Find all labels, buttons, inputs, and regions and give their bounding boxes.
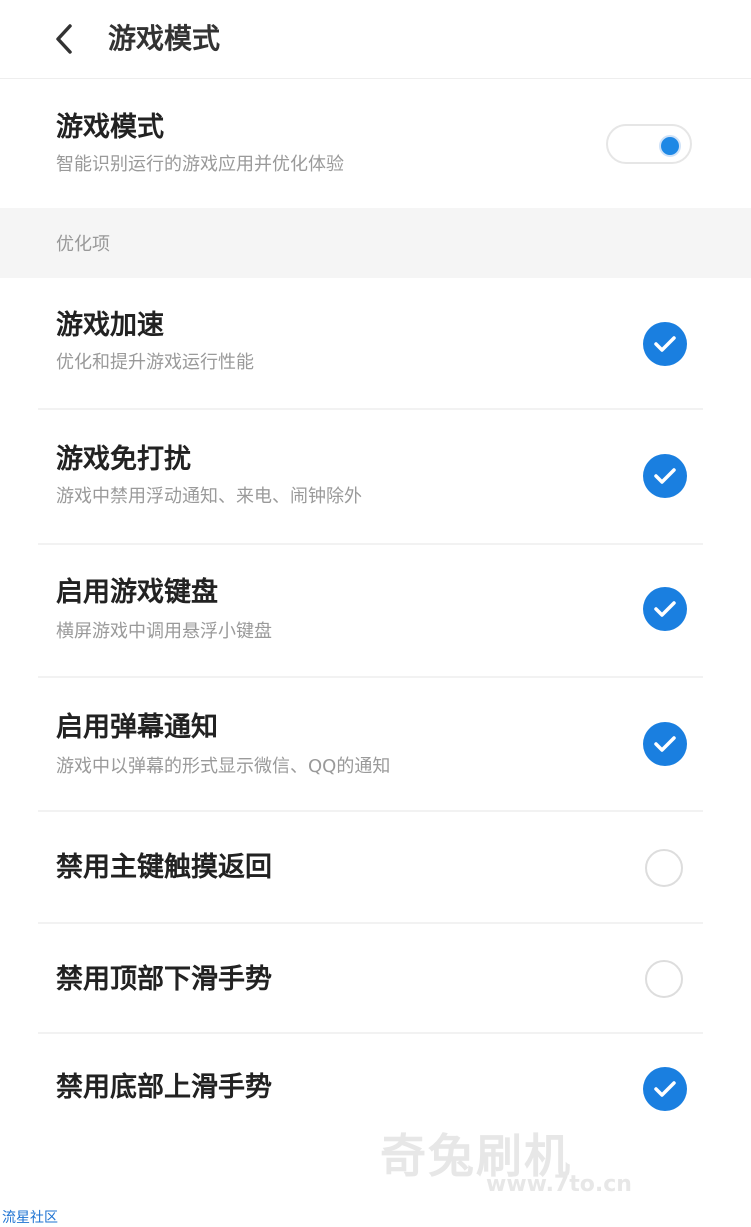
page-title: 游戏模式 [108,22,221,55]
checkbox-checked-icon[interactable] [643,587,687,631]
section-label: 优化项 [56,234,110,255]
back-arrow-icon[interactable] [50,22,80,56]
game-mode-title: 游戏模式 [56,112,164,143]
top-bar: 游戏模式 [0,0,751,79]
option-title: 游戏加速 [56,310,164,341]
game-mode-row[interactable]: 游戏模式 智能识别运行的游戏应用并优化体验 [0,96,751,208]
option-title: 游戏免打扰 [56,444,191,475]
checkbox-checked-icon[interactable] [643,722,687,766]
option-row-disable-top-swipe[interactable]: 禁用顶部下滑手势 [0,924,751,1034]
option-row-disable-home-key-back[interactable]: 禁用主键触摸返回 [0,812,751,924]
section-header: 优化项 [0,208,751,278]
checkbox-unchecked-icon[interactable] [645,849,683,887]
checkbox-checked-icon[interactable] [643,322,687,366]
option-row-game-keyboard[interactable]: 启用游戏键盘 横屏游戏中调用悬浮小键盘 [0,545,751,678]
source-label: 流星社区 [2,1210,58,1226]
game-mode-toggle[interactable] [606,124,692,164]
option-title: 禁用底部上滑手势 [56,1072,272,1103]
option-row-do-not-disturb[interactable]: 游戏免打扰 游戏中禁用浮动通知、来电、闹钟除外 [0,410,751,545]
option-row-disable-bottom-swipe[interactable]: 禁用底部上滑手势 [0,1034,751,1144]
watermark-url: www.7to.cn [486,1172,632,1197]
option-description: 优化和提升游戏运行性能 [56,352,254,373]
checkbox-checked-icon[interactable] [643,1067,687,1111]
option-title: 启用弹幕通知 [56,712,218,743]
option-description: 横屏游戏中调用悬浮小键盘 [56,621,272,642]
checkbox-unchecked-icon[interactable] [645,960,683,998]
checkbox-checked-icon[interactable] [643,454,687,498]
option-title: 启用游戏键盘 [56,577,218,608]
toggle-knob [659,135,681,157]
option-title: 禁用主键触摸返回 [56,852,272,883]
option-title: 禁用顶部下滑手势 [56,964,272,995]
option-row-danmaku-notifications[interactable]: 启用弹幕通知 游戏中以弹幕的形式显示微信、QQ的通知 [0,678,751,812]
option-row-game-acceleration[interactable]: 游戏加速 优化和提升游戏运行性能 [0,278,751,410]
option-description: 游戏中禁用浮动通知、来电、闹钟除外 [56,486,362,507]
game-mode-description: 智能识别运行的游戏应用并优化体验 [56,154,344,175]
option-description: 游戏中以弹幕的形式显示微信、QQ的通知 [56,756,391,777]
